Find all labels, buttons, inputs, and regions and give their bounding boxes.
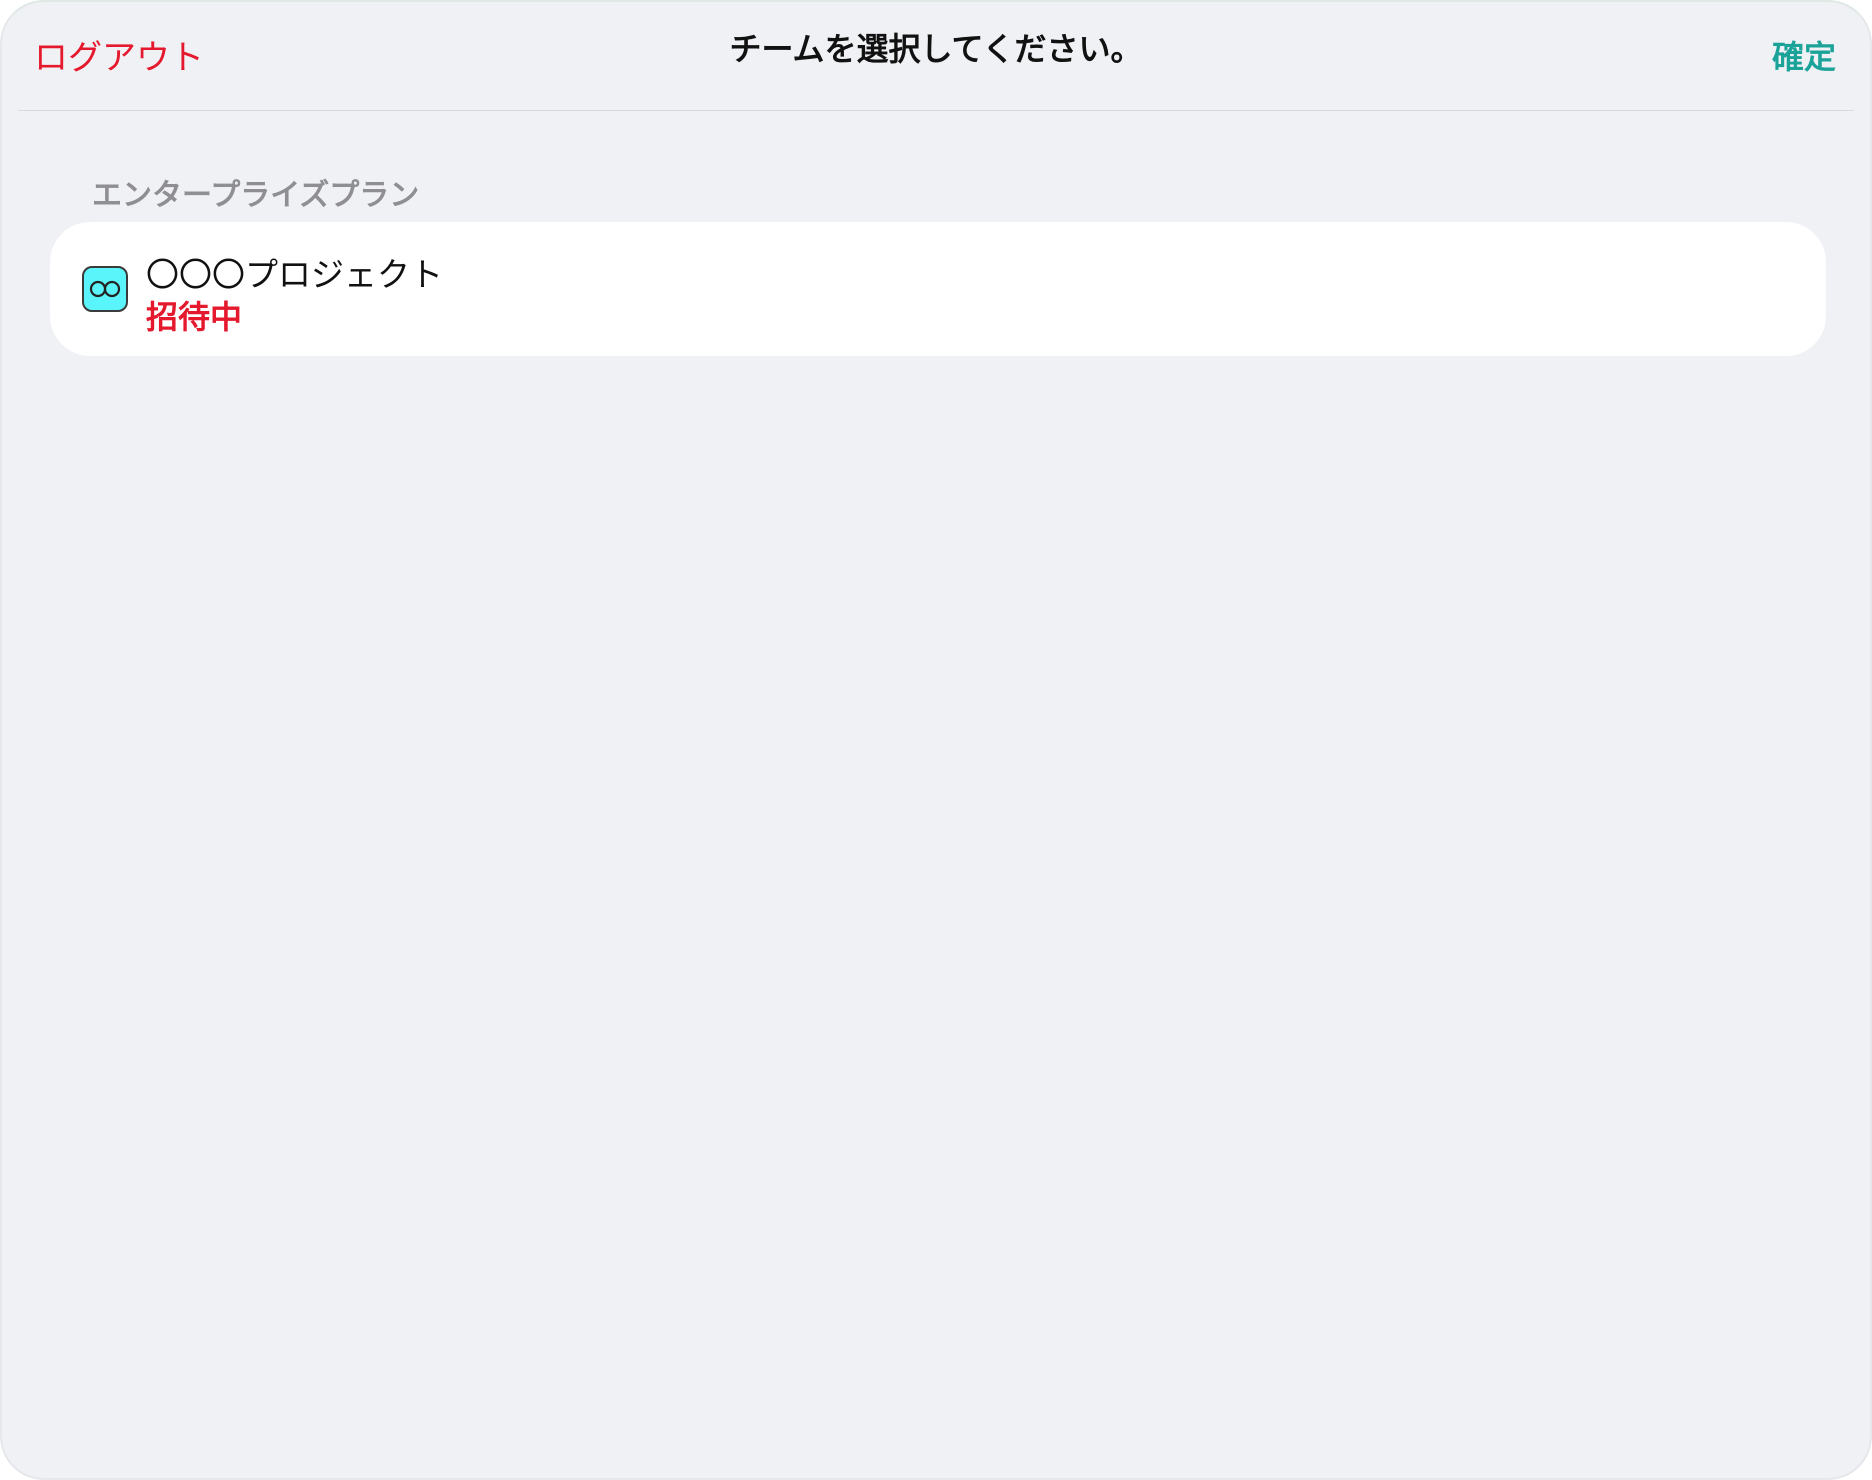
team-avatar-icon xyxy=(82,266,128,312)
confirm-button[interactable]: 確定 xyxy=(1772,32,1836,78)
team-name: 〇〇〇プロジェクト xyxy=(146,255,443,294)
nav-divider xyxy=(18,110,1854,111)
page-title: チームを選択してください。 xyxy=(729,30,1143,68)
team-select-sheet: ログアウト チームを選択してください。 確定 エンタープライズプラン 〇〇〇プロ… xyxy=(0,0,1872,1480)
section-header-enterprise-plan: エンタープライズプラン xyxy=(92,178,420,213)
team-status-badge: 招待中 xyxy=(146,298,243,336)
team-list-item[interactable]: 〇〇〇プロジェクト 招待中 xyxy=(50,222,1826,356)
navigation-bar: ログアウト チームを選択してください。 確定 xyxy=(2,2,1870,110)
